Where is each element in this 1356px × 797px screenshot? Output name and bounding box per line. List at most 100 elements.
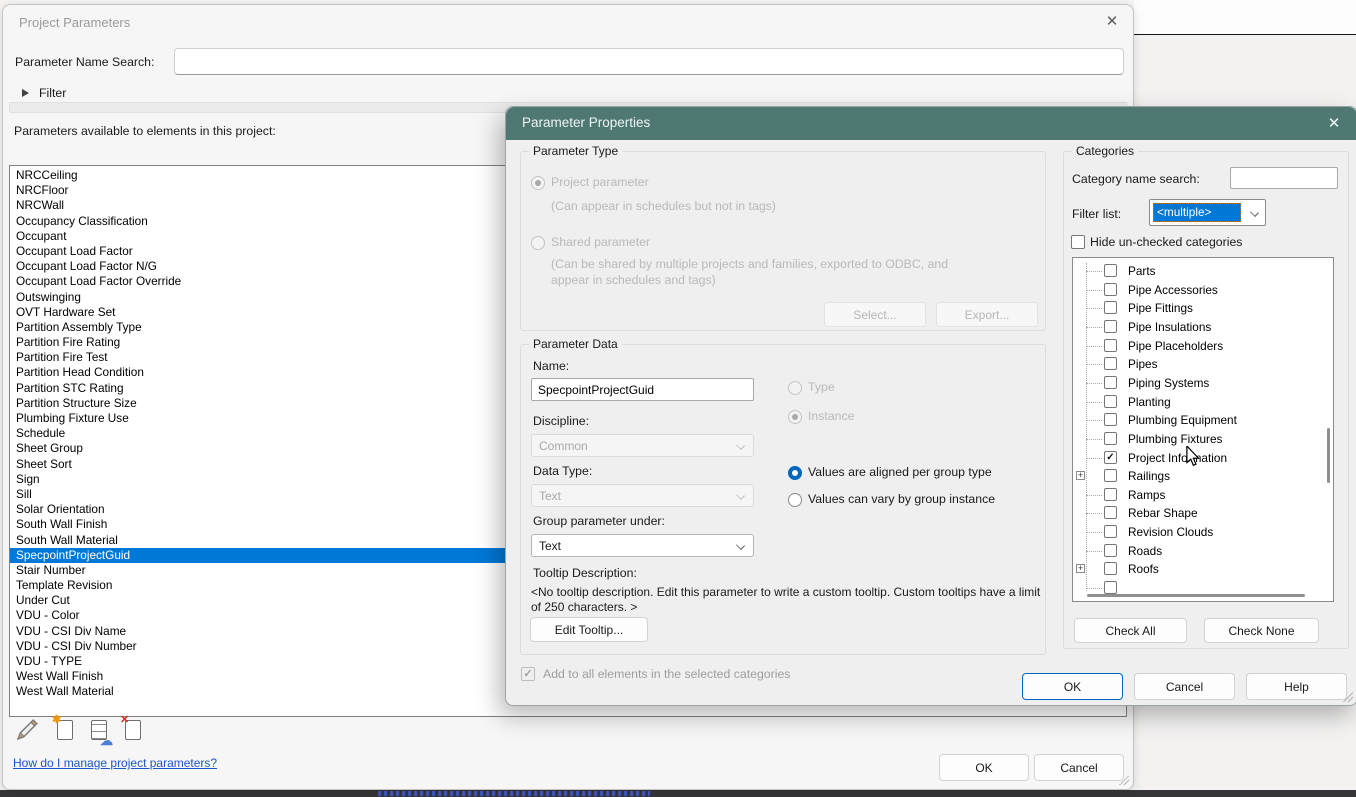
cancel-button[interactable]: Cancel xyxy=(1034,754,1124,781)
delete-parameter-icon[interactable]: ✕ xyxy=(125,720,141,740)
category-tree-item[interactable]: Pipes xyxy=(1073,355,1333,373)
check-all-button[interactable]: Check All xyxy=(1074,618,1187,643)
category-checkbox[interactable] xyxy=(1104,488,1117,501)
category-checkbox[interactable] xyxy=(1104,320,1117,333)
category-tree-item[interactable]: Planting xyxy=(1073,393,1333,411)
select-button[interactable]: Select... xyxy=(824,302,926,327)
category-checkbox[interactable] xyxy=(1104,544,1117,557)
values-aligned-radio[interactable] xyxy=(788,466,802,480)
category-checkbox[interactable] xyxy=(1104,301,1117,314)
ok-button[interactable]: OK xyxy=(939,754,1029,781)
category-tree-item[interactable]: Plumbing Equipment xyxy=(1073,411,1333,429)
name-input[interactable] xyxy=(531,378,754,401)
category-checkbox[interactable] xyxy=(1104,581,1117,594)
tree-connector xyxy=(1086,308,1102,309)
new-star-badge-icon: ✱ xyxy=(52,715,61,725)
category-checkbox[interactable] xyxy=(1104,357,1117,370)
category-checkbox[interactable] xyxy=(1104,264,1117,277)
category-label: Piping Systems xyxy=(1128,376,1209,390)
new-parameter-icon[interactable]: ✱ xyxy=(57,720,73,740)
resize-grip[interactable] xyxy=(1343,692,1353,702)
category-label: Pipe Accessories xyxy=(1128,283,1218,297)
data-type-dropdown[interactable]: Text xyxy=(531,484,754,507)
category-tree-item[interactable]: Revision Clouds xyxy=(1073,523,1333,541)
edit-tooltip-button[interactable]: Edit Tooltip... xyxy=(530,617,648,642)
filter-expander-icon[interactable] xyxy=(22,89,29,97)
shared-parameter-radio[interactable] xyxy=(531,236,545,250)
group-parameter-under-dropdown[interactable]: Text xyxy=(531,534,754,557)
tree-connector xyxy=(1086,271,1102,272)
cancel-button[interactable]: Cancel xyxy=(1134,673,1235,700)
category-label: Planting xyxy=(1128,395,1171,409)
group-parameter-under-label: Group parameter under: xyxy=(533,514,665,528)
category-label: Pipe Insulations xyxy=(1128,320,1211,334)
export-button[interactable]: Export... xyxy=(936,302,1038,327)
filter-list-selected-value: <multiple> xyxy=(1153,203,1241,222)
category-checkbox[interactable] xyxy=(1104,451,1117,464)
category-checkbox[interactable] xyxy=(1104,339,1117,352)
category-tree-item[interactable]: Pipe Insulations xyxy=(1073,318,1333,336)
tree-connector xyxy=(1086,290,1102,291)
category-tree-item[interactable]: Plumbing Fixtures xyxy=(1073,430,1333,448)
category-tree-item[interactable]: Parts xyxy=(1073,262,1333,280)
category-label: Plumbing Fixtures xyxy=(1128,432,1222,446)
check-none-button[interactable]: Check None xyxy=(1204,618,1319,643)
dialog-title: Parameter Properties xyxy=(522,115,650,130)
category-tree-item[interactable]: Piping Systems xyxy=(1073,374,1333,392)
category-checkbox[interactable] xyxy=(1104,506,1117,519)
tooltip-description-text: <No tooltip description. Edit this param… xyxy=(531,585,1043,612)
category-tree-item[interactable]: Ramps xyxy=(1073,486,1333,504)
category-label: Pipe Fittings xyxy=(1128,301,1193,315)
name-label: Name: xyxy=(533,359,569,373)
close-icon[interactable]: ✕ xyxy=(1323,114,1345,134)
category-name-search-label: Category name search: xyxy=(1072,172,1200,186)
category-tree-item[interactable]: Pipe Accessories xyxy=(1073,281,1333,299)
values-vary-radio[interactable] xyxy=(788,493,802,507)
edit-parameter-pencil-icon[interactable] xyxy=(15,717,41,743)
category-tree-list[interactable]: Parts Pipe Accessories Pipe Fittings Pipe I… xyxy=(1072,257,1334,602)
tree-connector xyxy=(1086,588,1102,589)
instance-radio[interactable] xyxy=(788,410,802,424)
category-tree-item[interactable]: Roads xyxy=(1073,542,1333,560)
expand-plus-icon[interactable]: + xyxy=(1076,471,1085,480)
filter-expander-label[interactable]: Filter xyxy=(39,86,66,100)
close-icon[interactable]: ✕ xyxy=(1101,12,1123,32)
tree-connector xyxy=(1086,495,1102,496)
category-checkbox[interactable] xyxy=(1104,413,1117,426)
filter-list-dropdown[interactable]: <multiple> xyxy=(1149,199,1266,226)
category-checkbox[interactable] xyxy=(1104,283,1117,296)
category-checkbox[interactable] xyxy=(1104,376,1117,389)
add-to-all-elements-checkbox[interactable] xyxy=(521,667,535,681)
discipline-dropdown[interactable]: Common xyxy=(531,434,754,457)
category-tree-item[interactable]: Pipe Fittings xyxy=(1073,299,1333,317)
values-aligned-label: Values are aligned per group type xyxy=(808,465,992,479)
project-parameter-radio[interactable] xyxy=(531,176,545,190)
horizontal-scrollbar[interactable] xyxy=(1087,594,1305,597)
parameter-name-search-label: Parameter Name Search: xyxy=(15,55,154,69)
shared-cloud-parameter-icon[interactable]: ☁ xyxy=(91,720,107,740)
category-name-search-input[interactable] xyxy=(1230,167,1338,189)
category-tree-item[interactable]: Rebar Shape xyxy=(1073,504,1333,522)
category-tree-item[interactable]: +Roofs xyxy=(1073,560,1333,578)
parameter-name-search-input[interactable] xyxy=(174,48,1124,75)
help-button[interactable]: Help xyxy=(1246,673,1347,700)
manage-parameters-help-link[interactable]: How do I manage project parameters? xyxy=(13,756,217,770)
resize-grip[interactable] xyxy=(1119,775,1129,785)
data-type-value: Text xyxy=(539,489,561,503)
category-checkbox[interactable] xyxy=(1104,395,1117,408)
category-tree-item[interactable]: Pipe Placeholders xyxy=(1073,337,1333,355)
category-checkbox[interactable] xyxy=(1104,469,1117,482)
ok-button[interactable]: OK xyxy=(1022,673,1123,700)
category-tree-item[interactable]: +Railings xyxy=(1073,467,1333,485)
hide-unchecked-categories-checkbox[interactable] xyxy=(1071,235,1085,249)
type-radio[interactable] xyxy=(788,381,802,395)
shared-parameter-label: Shared parameter xyxy=(551,235,650,249)
tree-connector xyxy=(1086,420,1102,421)
category-checkbox[interactable] xyxy=(1104,525,1117,538)
category-tree-item[interactable]: Project Information xyxy=(1073,449,1333,467)
expand-plus-icon[interactable]: + xyxy=(1076,564,1085,573)
category-checkbox[interactable] xyxy=(1104,432,1117,445)
category-checkbox[interactable] xyxy=(1104,562,1117,575)
group-label: Categories xyxy=(1072,144,1138,158)
parameters-list-label: Parameters available to elements in this… xyxy=(14,124,276,138)
